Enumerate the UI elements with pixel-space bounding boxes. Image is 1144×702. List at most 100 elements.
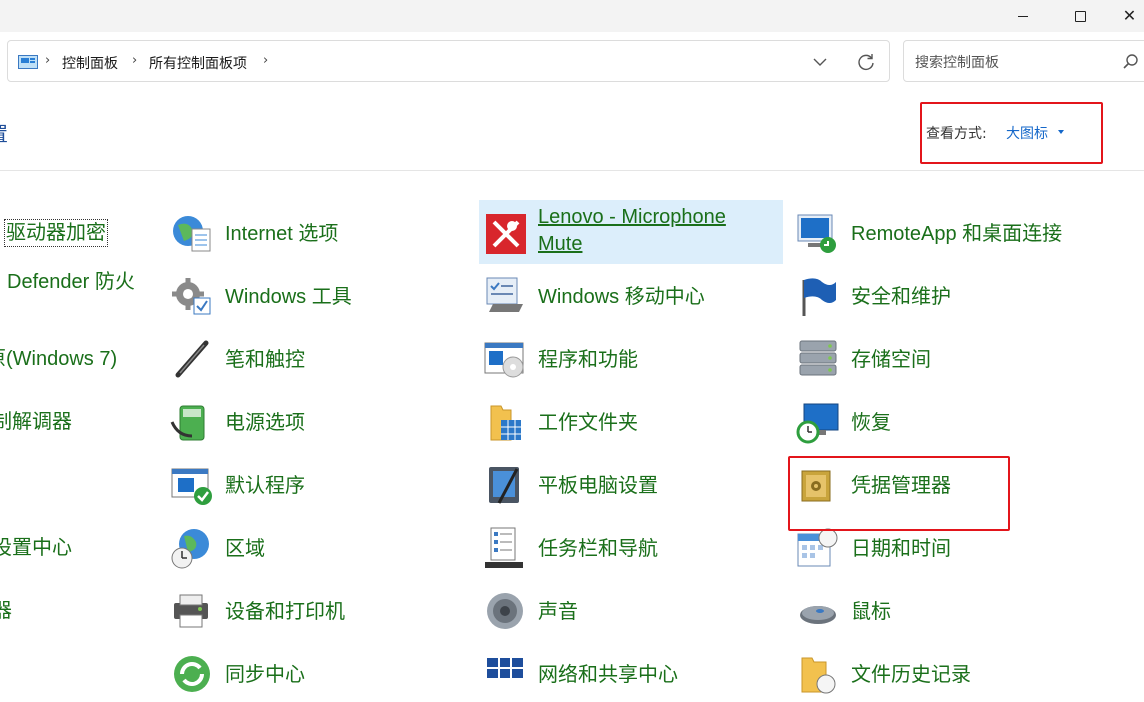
item-label: 设备和打印机 — [225, 601, 345, 623]
mouse-icon — [800, 606, 836, 624]
item-file-history[interactable]: 文件历史记录 — [796, 650, 1096, 702]
tablet-settings-icon — [489, 467, 519, 504]
item-label: 器 — [0, 600, 12, 622]
programs-features-icon — [484, 342, 524, 378]
security-maintenance-icon — [802, 278, 836, 316]
item-label: 平板电脑设置 — [538, 475, 658, 497]
close-button[interactable]: ✕ — [1115, 0, 1144, 32]
item-label: 恢复 — [851, 412, 891, 434]
item-label: 制解调器 — [0, 411, 72, 433]
item-programs-features[interactable]: 程序和功能 — [483, 335, 773, 387]
storage-spaces-icon — [799, 340, 837, 376]
file-history-icon — [801, 657, 836, 694]
item-default-programs[interactable]: 默认程序 — [170, 461, 430, 513]
item-sync-center[interactable]: 同步中心 — [170, 650, 430, 702]
item-label: 默认程序 — [225, 475, 305, 497]
item-date-time[interactable]: 日期和时间 — [796, 524, 1096, 576]
item-label: 原(Windows 7) — [0, 348, 118, 370]
item-label: 区域 — [225, 538, 265, 560]
page-title: 置 — [0, 118, 8, 147]
item-label: Internet 选项 — [225, 223, 339, 245]
region-icon — [171, 529, 209, 569]
item-label: 网络和共享中心 — [538, 664, 678, 686]
caret-down-icon[interactable] — [1058, 130, 1064, 134]
power-options-icon — [170, 405, 205, 441]
view-by-dropdown[interactable]: 大图标 — [1006, 123, 1048, 143]
item-label: 存储空间 — [851, 349, 931, 371]
breadcrumb-separator-icon: › — [45, 53, 51, 68]
item-storage-spaces[interactable]: 存储空间 — [796, 335, 1096, 387]
item-label: 声音 — [538, 601, 578, 623]
windows-tools-icon — [172, 278, 211, 315]
item-label: RemoteApp 和桌面连接 — [851, 223, 1063, 245]
date-time-icon — [797, 528, 838, 567]
item-label: Windows 移动中心 — [538, 286, 705, 308]
minimize-button[interactable] — [1000, 0, 1046, 32]
network-sharing-icon — [487, 658, 523, 678]
item-label: 笔和触控 — [225, 349, 305, 371]
close-icon: ✕ — [1122, 6, 1137, 25]
breadcrumb-chevron-icon[interactable]: › — [263, 53, 268, 68]
item-power-options[interactable]: 电源选项 — [170, 398, 430, 450]
item-label: 同步中心 — [225, 664, 305, 686]
item-label: 安全和维护 — [851, 286, 951, 308]
default-programs-icon — [171, 468, 212, 505]
item-label: 文件历史记录 — [851, 664, 971, 686]
item-network-sharing[interactable]: 网络和共享中心 — [483, 650, 773, 702]
item-label: 程序和功能 — [538, 349, 638, 371]
item-devices-printers[interactable]: 设备和打印机 — [170, 587, 430, 639]
remoteapp-icon — [797, 214, 836, 253]
item-remoteapp[interactable]: RemoteApp 和桌面连接 — [796, 209, 1096, 261]
work-folders-icon — [490, 405, 521, 441]
item-label: 日期和时间 — [851, 538, 951, 560]
sync-center-icon — [174, 656, 210, 692]
chevron-down-icon[interactable] — [811, 53, 829, 71]
item-lenovo-mic-mute[interactable]: Lenovo - Microphone Mute — [479, 200, 783, 264]
item-label: Defender 防火 — [7, 271, 135, 293]
item-mouse[interactable]: 鼠标 — [796, 587, 1096, 639]
item-label: 驱动器加密 — [4, 219, 108, 247]
item-pen-touch[interactable]: 笔和触控 — [170, 335, 430, 387]
item-windows-tools[interactable]: Windows 工具 — [170, 272, 430, 324]
view-by-annotation-box: 查看方式: 大图标 — [920, 102, 1103, 164]
item-label: 电源选项 — [225, 412, 305, 434]
search-box — [903, 40, 1144, 82]
item-security-maintenance[interactable]: 安全和维护 — [796, 272, 1096, 324]
devices-printers-icon — [174, 594, 208, 628]
sound-icon — [487, 593, 523, 629]
item-region[interactable]: 区域 — [170, 524, 430, 576]
internet-options-icon — [173, 216, 211, 252]
item-recovery[interactable]: 恢复 — [796, 398, 1096, 450]
item-label: 设置中心 — [0, 537, 72, 559]
breadcrumb-all-items[interactable]: 所有控制面板项 — [149, 53, 247, 73]
credential-manager-annotation-box — [788, 456, 1010, 531]
refresh-icon[interactable] — [856, 52, 876, 72]
maximize-button[interactable] — [1057, 0, 1103, 32]
microphone-mute-icon — [486, 214, 526, 254]
item-taskbar-navigation[interactable]: 任务栏和导航 — [483, 524, 773, 576]
item-sound[interactable]: 声音 — [483, 587, 773, 639]
item-mobility-center[interactable]: Windows 移动中心 — [483, 272, 773, 324]
taskbar-icon — [485, 527, 523, 568]
item-label: Lenovo - Microphone Mute — [538, 206, 726, 255]
mobility-center-icon — [486, 277, 523, 312]
item-label: Windows 工具 — [225, 286, 352, 308]
search-input[interactable] — [913, 51, 1117, 73]
minimize-icon — [1018, 15, 1028, 17]
item-label: 任务栏和导航 — [538, 538, 658, 560]
recovery-icon — [796, 403, 839, 444]
pen-touch-icon — [175, 340, 209, 378]
breadcrumb-separator-icon: › — [132, 53, 138, 68]
maximize-icon — [1074, 10, 1086, 22]
item-tablet-settings[interactable]: 平板电脑设置 — [483, 461, 773, 513]
search-icon[interactable] — [1122, 53, 1140, 71]
item-work-folders[interactable]: 工作文件夹 — [483, 398, 773, 450]
item-label: 工作文件夹 — [538, 412, 638, 434]
item-internet-options[interactable]: Internet 选项 — [170, 209, 430, 261]
breadcrumb-control-panel[interactable]: 控制面板 — [62, 53, 118, 73]
address-bar[interactable]: › 控制面板 › 所有控制面板项 › — [7, 40, 890, 82]
item-label: 鼠标 — [851, 601, 891, 623]
header-divider — [0, 170, 1144, 171]
control-panel-icon — [18, 55, 38, 69]
view-by-label: 查看方式: — [926, 126, 987, 142]
